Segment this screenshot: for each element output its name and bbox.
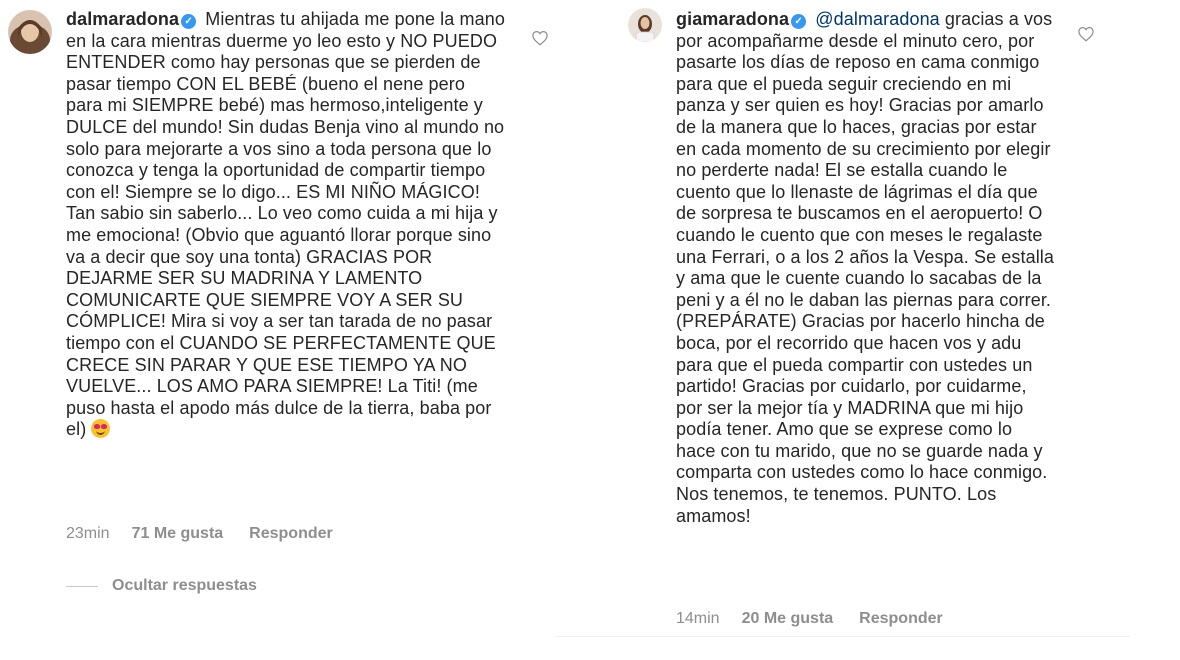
comment-dalmaradona: dalmaradona ✓ Mientras tu ahijada me pone… xyxy=(0,0,560,612)
likes-count[interactable]: 20 Me gusta xyxy=(742,610,834,628)
mention-link[interactable]: @dalmaradona xyxy=(815,9,940,29)
reply-button[interactable]: Responder xyxy=(249,525,333,543)
comment-meta: 14min 20 Me gusta Responder xyxy=(676,610,943,628)
avatar[interactable] xyxy=(628,8,662,42)
avatar[interactable] xyxy=(8,10,52,54)
comment-timestamp: 23min xyxy=(66,525,110,542)
hide-replies-button[interactable]: Ocultar respuestas xyxy=(66,577,257,595)
comment-body: dalmaradona ✓ Mientras tu ahijada me pone… xyxy=(66,9,506,441)
comment-timestamp: 14min xyxy=(676,610,720,627)
comment-body: giamaradona ✓ @dalmaradona gracias a vos … xyxy=(676,9,1056,527)
reply-button[interactable]: Responder xyxy=(859,610,943,628)
comment-meta: 23min 71 Me gusta Responder xyxy=(66,525,333,543)
heart-eyes-emoji-icon xyxy=(91,419,111,439)
verified-badge-icon: ✓ xyxy=(181,14,197,29)
comment-text: Mientras tu ahijada me pone la mano en l… xyxy=(66,9,505,440)
comment-text: gracias a vos por acompañarme desde el m… xyxy=(676,9,1055,526)
like-heart-icon[interactable] xyxy=(531,29,549,47)
bottom-divider xyxy=(556,636,1130,637)
verified-badge-icon: ✓ xyxy=(791,14,807,29)
hide-replies-label: Ocultar respuestas xyxy=(112,577,257,594)
comment-giamaradona: giamaradona ✓ @dalmaradona gracias a vos … xyxy=(566,0,1126,660)
username-link[interactable]: dalmaradona xyxy=(66,9,179,29)
likes-count[interactable]: 71 Me gusta xyxy=(132,525,224,543)
like-heart-icon[interactable] xyxy=(1077,25,1095,43)
divider-line xyxy=(66,585,98,587)
username-link[interactable]: giamaradona xyxy=(676,9,789,29)
